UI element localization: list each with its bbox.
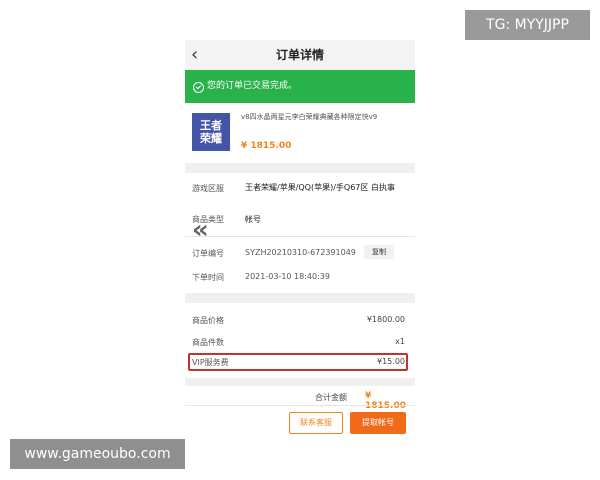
total-label: 合计金额 xyxy=(315,393,347,402)
region-label: 游戏区服 xyxy=(192,184,224,193)
status-text: 您的订单已交易完成。 xyxy=(207,81,298,91)
check-circle-icon xyxy=(193,82,204,93)
section-divider xyxy=(185,378,415,386)
game-logo-text: 王者荣耀 xyxy=(200,119,222,145)
item-price-label: 商品价格 xyxy=(192,316,224,325)
order-number-value: SYZH20210310-672391049 xyxy=(245,248,356,257)
vip-fee-value: ¥15.00 xyxy=(377,357,405,366)
site-watermark: www.gameoubo.com xyxy=(10,439,185,469)
product-name: v8四水晶两星元李白荣耀典藏各种限定快v9 xyxy=(241,113,378,121)
double-chevron-left-icon[interactable]: « xyxy=(192,215,212,245)
copy-button[interactable]: 复制 xyxy=(364,245,394,259)
section-divider xyxy=(185,163,415,173)
product-card[interactable]: 王者荣耀 v8四水晶两星元李白荣耀典藏各种限定快v9 ¥ 1815.00 xyxy=(185,103,415,163)
region-value: 王者荣耀/苹果/QQ(苹果)/手Q67区 白执事 xyxy=(245,183,395,192)
order-number-label: 订单编号 xyxy=(192,249,224,258)
item-count-value: x1 xyxy=(395,337,405,346)
item-price-value: ¥1800.00 xyxy=(366,315,405,324)
top-bar: ‹ 订单详情 xyxy=(185,40,415,70)
contact-service-button[interactable]: 联系客服 xyxy=(289,412,343,434)
tg-badge: TG: MYYJJPP xyxy=(465,10,590,40)
total-value: ¥ 1815.00 xyxy=(365,391,406,411)
product-price: ¥ 1815.00 xyxy=(241,141,292,151)
section-divider xyxy=(185,293,415,303)
order-time-label: 下单时间 xyxy=(192,273,224,282)
divider-line xyxy=(185,405,415,406)
game-logo: 王者荣耀 xyxy=(192,113,230,151)
order-time-value: 2021-03-10 18:40:39 xyxy=(245,272,330,281)
page-title: 订单详情 xyxy=(275,48,324,62)
vip-fee-label: VIP服务费 xyxy=(192,358,229,367)
status-banner: 您的订单已交易完成。 xyxy=(185,70,415,103)
type-value: 帐号 xyxy=(245,215,261,224)
withdraw-account-button[interactable]: 提取帐号 xyxy=(350,412,406,434)
phone-screen: ‹ 订单详情 您的订单已交易完成。 王者荣耀 v8四水晶两星元李白荣耀典藏各种限… xyxy=(185,40,415,440)
item-count-label: 商品件数 xyxy=(192,338,224,347)
divider-line xyxy=(185,236,415,237)
